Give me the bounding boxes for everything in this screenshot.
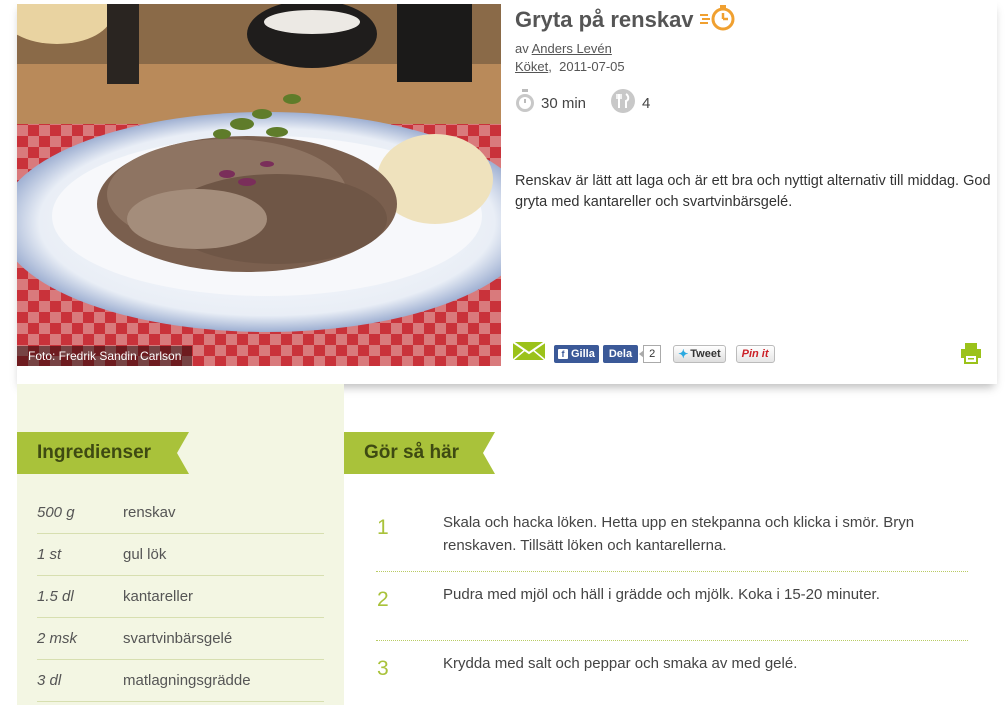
- stopwatch-icon: [515, 89, 541, 117]
- recipe-meta: av Anders Levén Köket, 2011-07-05: [515, 40, 995, 76]
- ingredient-quantity: 1.5 dl: [37, 588, 74, 605]
- recipe-info: Gryta på renskav av Anders Levén Köket, …: [515, 4, 995, 210]
- ingredient-row: 3 dl matlagningsgrädde: [37, 660, 324, 702]
- byline: av Anders Levén: [515, 40, 995, 58]
- instruction-step: 1 Skala och hacka löken. Hetta upp en st…: [376, 500, 968, 572]
- tweet-label: Tweet: [690, 347, 721, 360]
- like-label: Gilla: [571, 347, 595, 360]
- author-prefix: av: [515, 41, 529, 56]
- step-text: Krydda med salt och peppar och smaka av …: [443, 655, 798, 672]
- category-date: Köket, 2011-07-05: [515, 59, 625, 74]
- ingredient-name: renskav: [123, 504, 176, 521]
- ingredient-name: svartvinbärsgelé: [123, 630, 233, 647]
- ingredient-list: 500 g renskav 1 st gul lök 1.5 dl kantar…: [37, 492, 324, 702]
- recipe-title: Gryta på renskav: [515, 7, 694, 32]
- ingredient-row: 1.5 dl kantareller: [37, 576, 324, 618]
- ingredient-quantity: 1 st: [37, 546, 62, 563]
- photo-credit: Foto: Fredrik Sandin Carlson: [17, 346, 193, 366]
- share-bar: f Gilla Dela 2 ✦ Tweet Pin it: [512, 340, 775, 367]
- ingredient-name: gul lök: [123, 546, 167, 563]
- recipe-description: Renskav är lätt att laga och är ett bra …: [515, 173, 991, 210]
- ingredient-row: 1 st gul lök: [37, 534, 324, 576]
- ingredients-heading: Ingredienser: [17, 432, 189, 474]
- step-number: 2: [377, 588, 389, 611]
- ingredient-quantity: 3 dl: [37, 672, 62, 689]
- ingredient-quantity: 500 g: [37, 504, 75, 521]
- cook-time: 30 min: [515, 89, 586, 117]
- step-text: Pudra med mjöl och häll i grädde och mjö…: [443, 586, 880, 603]
- cook-time-value: 30 min: [541, 94, 587, 112]
- publish-date: 2011-07-05: [559, 59, 625, 74]
- cutlery-icon: [610, 88, 642, 118]
- ingredient-row: 500 g renskav: [37, 492, 324, 534]
- instructions-heading: Gör så här: [344, 432, 495, 474]
- title-row: Gryta på renskav: [515, 4, 995, 36]
- facebook-share-button[interactable]: Dela: [602, 344, 639, 363]
- servings: 4: [610, 88, 650, 118]
- author-link[interactable]: Anders Levén: [532, 41, 612, 56]
- category-link[interactable]: Köket: [515, 59, 548, 74]
- recipe-photo-image: [17, 4, 501, 366]
- share-count: 2: [639, 344, 662, 363]
- instruction-step: 2 Pudra med mjöl och häll i grädde och m…: [376, 572, 968, 641]
- servings-value: 4: [642, 94, 651, 112]
- instruction-step: 3 Krydda med salt och peppar och smaka a…: [376, 641, 968, 701]
- ingredient-name: kantareller: [123, 588, 194, 605]
- step-text: Skala och hacka löken. Hetta upp en stek…: [443, 514, 915, 554]
- pin-it-button[interactable]: Pin it: [735, 344, 775, 363]
- facebook-like-button[interactable]: f Gilla: [554, 344, 599, 363]
- step-number: 3: [377, 657, 389, 680]
- speed-timer-icon: [699, 4, 736, 36]
- step-number: 1: [377, 516, 389, 539]
- mail-icon[interactable]: [512, 340, 546, 367]
- ingredient-name: matlagningsgrädde: [123, 672, 251, 689]
- recipe-photo: Foto: Fredrik Sandin Carlson: [17, 4, 501, 366]
- tweet-button[interactable]: ✦ Tweet: [673, 344, 726, 363]
- ingredient-row: 2 msk svartvinbärsgelé: [37, 618, 324, 660]
- recipe-stats: 30 min 4: [515, 88, 995, 118]
- instruction-steps: 1 Skala och hacka löken. Hetta upp en st…: [376, 500, 968, 701]
- facebook-icon: f: [558, 348, 568, 359]
- ingredient-quantity: 2 msk: [37, 630, 78, 647]
- twitter-bird-icon: ✦: [678, 346, 689, 361]
- print-icon[interactable]: [960, 342, 982, 369]
